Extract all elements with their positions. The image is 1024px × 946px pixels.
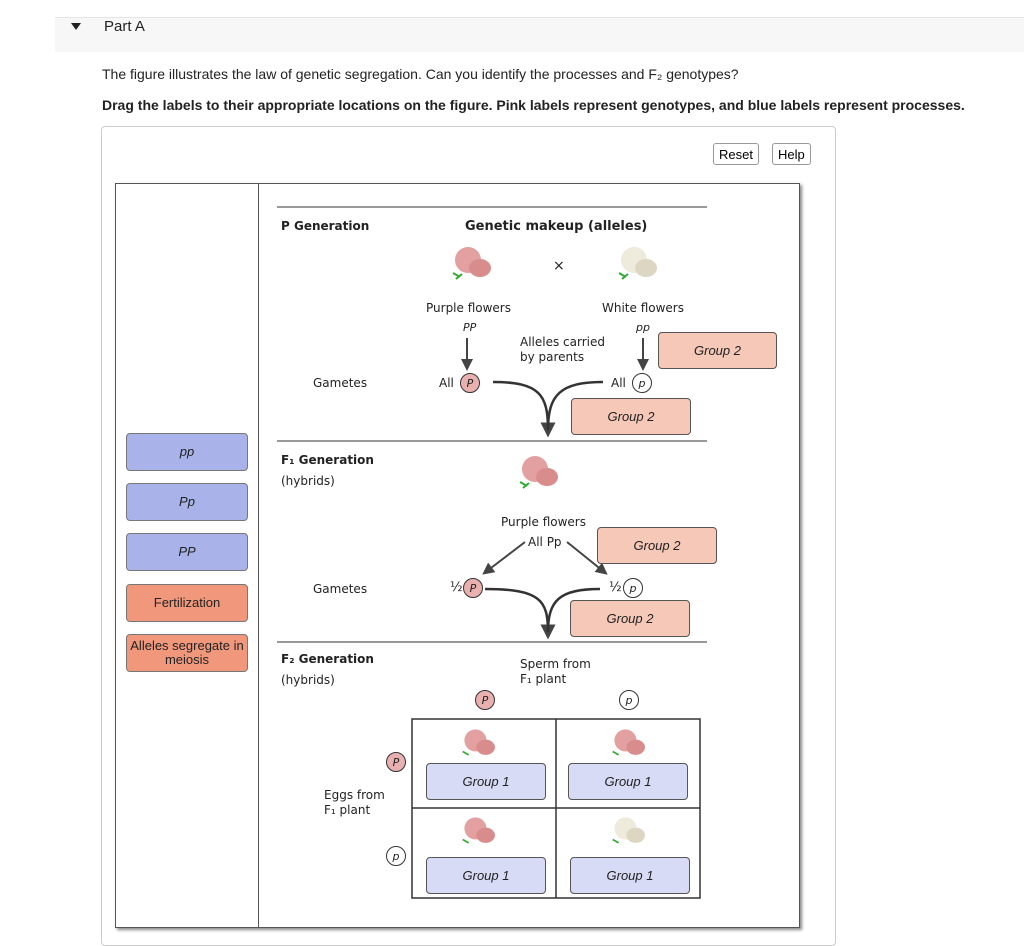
sperm-P-circle: P: [475, 690, 495, 710]
half-text-2: ½: [609, 580, 622, 595]
sperm-p-circle: p: [619, 690, 639, 710]
pp-text: pp: [636, 321, 650, 334]
drop-target-group2-2[interactable]: Group 2: [571, 398, 691, 435]
purple-flowers-text: Purple flowers: [426, 301, 511, 315]
purple-flower-icon: [452, 247, 491, 280]
eggs-f1-plant-text: F₁ plant: [324, 803, 371, 817]
egg-P-circle: P: [386, 752, 406, 772]
f2-flower-PP-icon: [462, 729, 495, 756]
genetic-makeup-heading: Genetic makeup (alleles): [465, 219, 648, 234]
cross-symbol: ×: [553, 258, 565, 274]
f1-allele-P-circle: P: [463, 578, 483, 598]
p-generation-heading: P Generation: [281, 219, 370, 233]
f2-generation-heading: F₂ Generation: [281, 652, 374, 666]
PP-text: PP: [463, 321, 477, 334]
allele-P-circle: P: [460, 373, 480, 393]
half-text-1: ½: [450, 580, 463, 595]
f2-hybrids-text: (hybrids): [281, 673, 335, 687]
drop-target-group2-3[interactable]: Group 2: [597, 527, 717, 564]
all-text-1: All: [439, 376, 454, 390]
all-text-2: All: [611, 376, 626, 390]
f1-generation-heading: F₁ Generation: [281, 453, 374, 467]
drop-target-group1-2[interactable]: Group 1: [568, 763, 688, 800]
f1-purple-flowers-text: Purple flowers: [501, 515, 586, 529]
f2-flower-pp-icon: [612, 817, 645, 844]
alleles-carried-text: Alleles carried: [520, 335, 605, 349]
drop-target-group1-1[interactable]: Group 1: [426, 763, 546, 800]
eggs-from-text: Eggs from: [324, 788, 385, 802]
sperm-f1-plant-text: F₁ plant: [520, 672, 567, 686]
f2-flower-pP-icon: [462, 817, 495, 844]
all-Pp-text: All Pp: [528, 535, 562, 549]
gametes-text-1: Gametes: [313, 376, 368, 390]
f1-purple-flower-icon: [519, 456, 558, 489]
sperm-from-text: Sperm from: [520, 657, 591, 671]
f2-flower-Pp-icon: [612, 729, 645, 756]
drop-target-group1-3[interactable]: Group 1: [426, 857, 546, 894]
white-flower-icon: [618, 247, 657, 280]
f1-hybrids-text: (hybrids): [281, 474, 335, 488]
gametes-text-2: Gametes: [313, 582, 368, 596]
drop-target-group2-1[interactable]: Group 2: [658, 332, 777, 369]
by-parents-text: by parents: [520, 350, 585, 364]
drop-target-group2-4[interactable]: Group 2: [570, 600, 690, 637]
f1-allele-p-circle: p: [623, 578, 643, 598]
egg-p-circle: p: [386, 846, 406, 866]
white-flowers-text: White flowers: [602, 301, 684, 315]
allele-p-circle: p: [632, 373, 652, 393]
drop-target-group1-4[interactable]: Group 1: [570, 857, 690, 894]
